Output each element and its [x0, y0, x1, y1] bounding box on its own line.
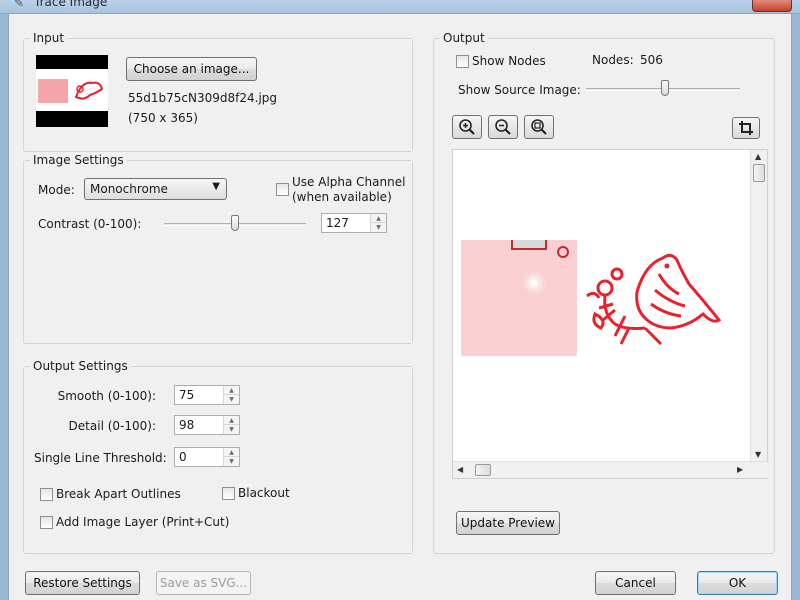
close-button[interactable] [752, 0, 792, 12]
smooth-label: Smooth (0-100): [57, 389, 156, 403]
alpha-channel-checkbox[interactable] [276, 183, 289, 196]
break-apart-label: Break Apart Outlines [56, 487, 181, 501]
mode-label: Mode: [38, 183, 75, 197]
threshold-value: 0 [179, 450, 187, 464]
contrast-spinbox[interactable]: 127 ▲ ▼ [321, 213, 387, 233]
detail-value: 98 [179, 418, 195, 432]
input-thumbnail [36, 55, 108, 127]
zoom-out-icon [495, 119, 511, 135]
spin-up-icon[interactable]: ▲ [371, 214, 386, 223]
app-icon: ✎ [14, 0, 25, 10]
nodes-label: Nodes: [592, 53, 634, 67]
contrast-label: Contrast (0-100): [38, 217, 142, 231]
save-as-svg-button[interactable]: Save as SVG... [156, 571, 251, 595]
input-dimensions: (750 x 365) [128, 111, 198, 125]
spin-up-icon[interactable]: ▲ [224, 416, 239, 425]
image-settings-group: Image Settings Mode: Monochrome ▼ Use Al… [23, 153, 413, 344]
chevron-down-icon: ▼ [212, 181, 220, 192]
spin-down-icon[interactable]: ▼ [224, 395, 239, 404]
mode-select-value: Monochrome [90, 182, 168, 196]
add-image-layer-checkbox[interactable] [40, 516, 53, 529]
horizontal-scroll-thumb[interactable] [475, 464, 491, 476]
detail-spinbox[interactable]: 98 ▲ ▼ [174, 415, 240, 435]
preview-traced-bird [586, 253, 722, 346]
scroll-left-icon[interactable]: ◀ [457, 465, 463, 474]
output-group: Output Show Nodes Nodes: 506 Show Source… [433, 31, 775, 554]
smooth-value: 75 [179, 388, 195, 402]
scroll-up-icon[interactable]: ▲ [755, 152, 761, 161]
ok-button[interactable]: OK [697, 571, 778, 595]
threshold-spinbox[interactable]: 0 ▲ ▼ [174, 447, 240, 467]
nodes-count: 506 [640, 53, 663, 67]
blackout-checkbox[interactable] [222, 487, 235, 500]
cancel-button[interactable]: Cancel [595, 571, 676, 595]
contrast-value: 127 [326, 216, 349, 230]
zoom-fit-button[interactable] [524, 115, 554, 139]
output-settings-group: Output Settings Smooth (0-100): 75 ▲ ▼ De… [23, 359, 413, 554]
update-preview-button[interactable]: Update Preview [456, 511, 560, 535]
preview-vertical-scrollbar[interactable]: ▲ ▼ [750, 150, 767, 463]
title-bar: ✎ Trace Image [0, 0, 800, 14]
input-filename: 55d1b75cN309d8f24.jpg [128, 91, 278, 105]
preview-source-image [461, 240, 577, 356]
show-source-slider-thumb[interactable] [661, 80, 669, 96]
trace-preview-canvas[interactable]: ▲ ▼ ◀ ▶ [452, 149, 769, 479]
output-settings-group-label: Output Settings [30, 359, 131, 373]
vertical-scroll-thumb[interactable] [753, 164, 765, 182]
spin-down-icon[interactable]: ▼ [371, 223, 386, 232]
zoom-in-button[interactable] [452, 115, 482, 139]
input-group: Input Choose an image... 55d1b75cN309d8f… [23, 31, 413, 152]
crop-icon [739, 121, 753, 135]
spin-down-icon[interactable]: ▼ [224, 425, 239, 434]
preview-horizontal-scrollbar[interactable]: ◀ ▶ [453, 461, 769, 478]
output-group-label: Output [440, 31, 488, 45]
mode-select[interactable]: Monochrome ▼ [84, 178, 227, 200]
add-image-layer-label: Add Image Layer (Print+Cut) [56, 515, 230, 529]
window-title: Trace Image [34, 0, 108, 9]
show-nodes-label: Show Nodes [472, 54, 546, 68]
input-group-label: Input [30, 31, 68, 45]
break-apart-checkbox[interactable] [40, 488, 53, 501]
zoom-fit-icon [531, 119, 547, 135]
blackout-label: Blackout [238, 486, 290, 500]
scroll-right-icon[interactable]: ▶ [737, 465, 743, 474]
zoom-out-button[interactable] [488, 115, 518, 139]
smooth-spinbox[interactable]: 75 ▲ ▼ [174, 385, 240, 405]
trace-image-dialog: Input Choose an image... 55d1b75cN309d8f… [8, 14, 792, 600]
restore-settings-button[interactable]: Restore Settings [25, 571, 140, 595]
single-line-threshold-label: Single Line Threshold: [34, 451, 167, 465]
show-source-label: Show Source Image: [458, 83, 581, 97]
choose-image-button[interactable]: Choose an image... [126, 57, 257, 81]
spin-down-icon[interactable]: ▼ [224, 457, 239, 466]
spin-up-icon[interactable]: ▲ [224, 386, 239, 395]
crop-button[interactable] [732, 117, 760, 139]
show-nodes-checkbox[interactable] [456, 55, 469, 68]
image-settings-group-label: Image Settings [30, 153, 127, 167]
alpha-channel-sublabel: (when available) [292, 190, 392, 204]
spin-up-icon[interactable]: ▲ [224, 448, 239, 457]
zoom-in-icon [459, 119, 475, 135]
alpha-channel-label: Use Alpha Channel [292, 175, 406, 189]
contrast-slider-thumb[interactable] [231, 215, 239, 231]
scroll-down-icon[interactable]: ▼ [755, 450, 761, 459]
detail-label: Detail (0-100): [68, 419, 156, 433]
